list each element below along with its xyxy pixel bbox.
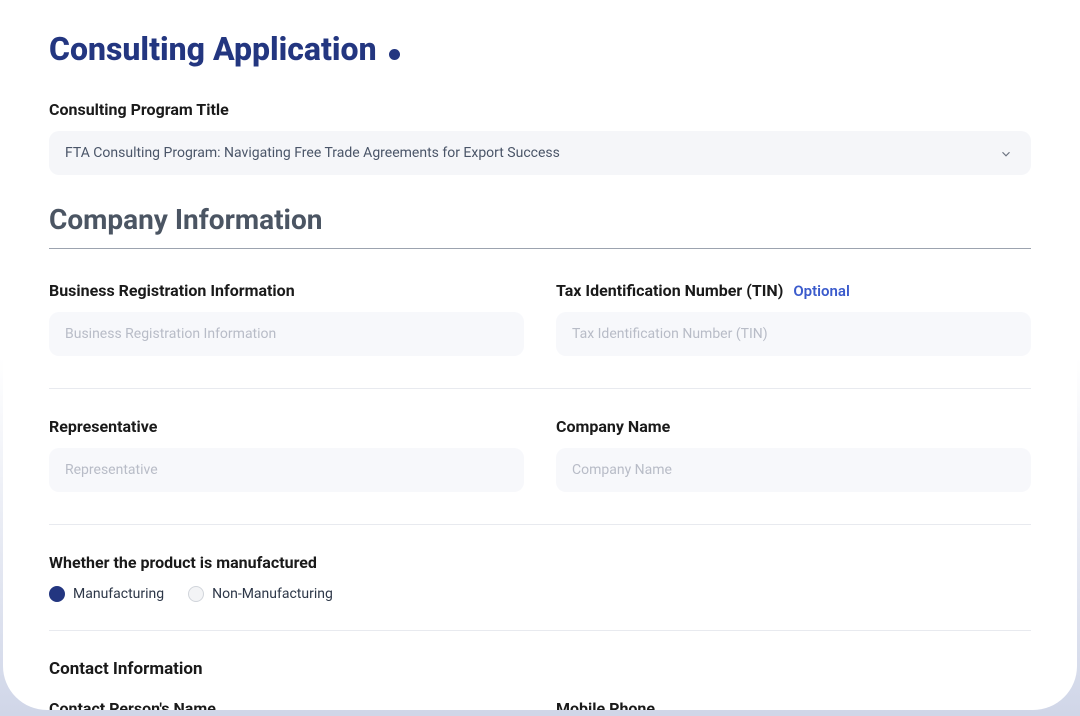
contact-info-heading: Contact Information <box>49 659 1031 679</box>
row-divider <box>49 388 1031 389</box>
radio-manufacturing-label: Manufacturing <box>73 586 164 602</box>
mobile-phone-label: Mobile Phone <box>556 699 1031 710</box>
radio-non-manufacturing[interactable]: Non-Manufacturing <box>188 586 333 602</box>
business-reg-label: Business Registration Information <box>49 281 524 300</box>
tin-label-text: Tax Identification Number (TIN) <box>556 281 783 300</box>
tin-input[interactable] <box>556 312 1031 356</box>
program-title-label: Consulting Program Title <box>49 100 1031 119</box>
program-title-select[interactable]: FTA Consulting Program: Navigating Free … <box>49 131 1031 175</box>
company-info-heading: Company Information <box>49 203 1031 236</box>
representative-label: Representative <box>49 417 524 436</box>
company-name-label: Company Name <box>556 417 1031 436</box>
company-name-input[interactable] <box>556 448 1031 492</box>
manufactured-radio-group: Manufacturing Non-Manufacturing <box>49 586 1031 602</box>
contact-person-label: Contact Person's Name <box>49 699 524 710</box>
radio-non-manufacturing-label: Non-Manufacturing <box>212 586 333 602</box>
representative-input[interactable] <box>49 448 524 492</box>
row-divider <box>49 524 1031 525</box>
section-divider <box>49 248 1031 249</box>
radio-circle-selected-icon <box>49 586 65 602</box>
page-title: Consulting Application <box>49 30 1031 68</box>
page-title-text: Consulting Application <box>49 30 377 68</box>
title-dot-icon <box>389 49 400 60</box>
business-reg-input[interactable] <box>49 312 524 356</box>
radio-circle-icon <box>188 586 204 602</box>
row-divider <box>49 630 1031 631</box>
radio-manufacturing[interactable]: Manufacturing <box>49 586 164 602</box>
tin-label: Tax Identification Number (TIN) Optional <box>556 281 1031 300</box>
manufactured-label: Whether the product is manufactured <box>49 553 1031 572</box>
tin-optional-tag: Optional <box>793 282 850 300</box>
